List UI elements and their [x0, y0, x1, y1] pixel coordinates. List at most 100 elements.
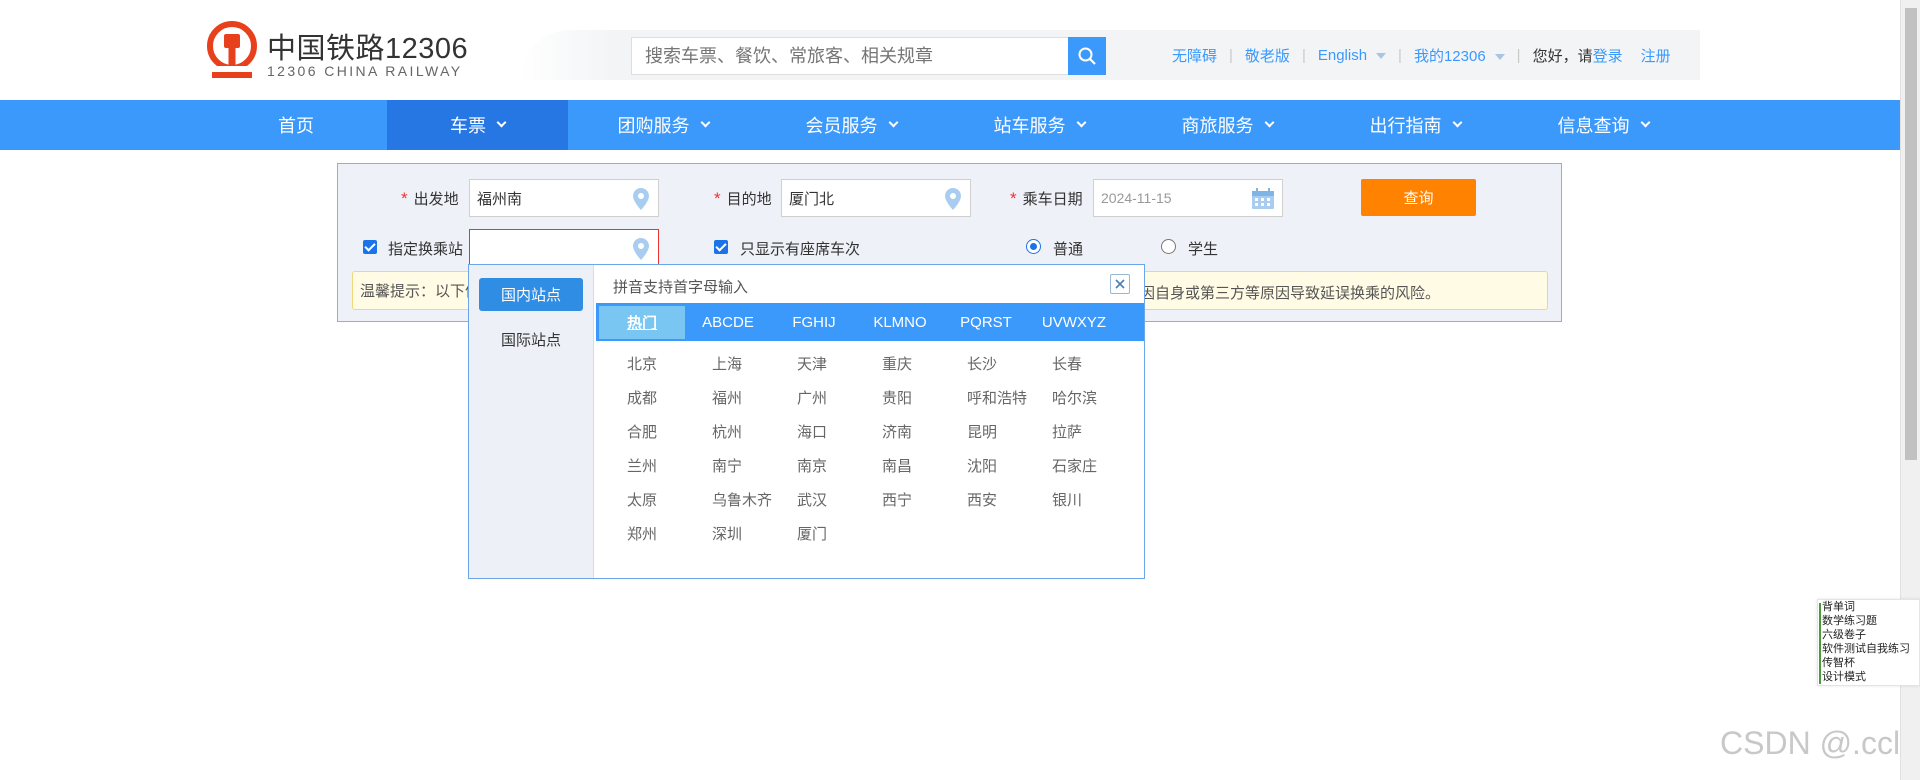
language-label: English — [1317, 46, 1368, 64]
separator: | — [1301, 46, 1306, 64]
tab-hot[interactable]: 热门 — [599, 306, 685, 339]
tab-domestic[interactable]: 国内站点 — [479, 278, 583, 311]
nav-label: 车票 — [450, 116, 486, 136]
nav-item-guide[interactable]: 出行指南 — [1321, 100, 1509, 150]
city-item[interactable]: 南宁 — [712, 455, 742, 476]
menu-item[interactable]: 六级卷子 — [1822, 629, 1866, 642]
city-item[interactable]: 太原 — [627, 489, 657, 510]
tab-uvwxyz[interactable]: UVWXYZ — [1029, 306, 1119, 339]
date-input[interactable]: 2024-11-15 — [1093, 179, 1283, 217]
required-star: * — [714, 189, 721, 208]
student-radio[interactable] — [1161, 239, 1176, 254]
scrollbar-thumb[interactable] — [1905, 8, 1917, 460]
nav-item-tickets[interactable]: 车票 — [387, 100, 568, 150]
city-item[interactable]: 厦门 — [797, 523, 827, 544]
caret-down-icon — [1494, 53, 1505, 60]
city-item[interactable]: 昆明 — [967, 421, 997, 442]
city-item[interactable]: 贵阳 — [882, 387, 912, 408]
menu-item[interactable]: 设计模式 — [1822, 671, 1866, 684]
from-station-input[interactable]: 福州南 — [469, 179, 659, 217]
query-button[interactable]: 查询 — [1361, 179, 1476, 216]
date-label: * 乘车日期 — [1010, 188, 1083, 209]
header: 中国铁路12306 12306 CHINA RAILWAY 无障碍 | 敬老版 … — [0, 0, 1900, 100]
city-item[interactable]: 成都 — [627, 387, 657, 408]
nav-label: 首页 — [278, 116, 314, 136]
menu-item[interactable]: 软件测试自我练习 — [1822, 643, 1910, 656]
register-link[interactable]: 注册 — [1641, 45, 1671, 66]
transfer-checkbox[interactable] — [363, 240, 377, 254]
menu-item[interactable]: 背单词 — [1822, 601, 1855, 614]
city-item[interactable]: 长沙 — [967, 353, 997, 374]
city-item[interactable]: 西宁 — [882, 489, 912, 510]
search-input[interactable] — [631, 37, 1068, 75]
menu-item[interactable]: 数学练习题 — [1822, 615, 1877, 628]
close-button[interactable] — [1110, 274, 1130, 294]
nav-item-member[interactable]: 会员服务 — [757, 100, 945, 150]
city-item[interactable]: 北京 — [627, 353, 657, 374]
nav-label: 商旅服务 — [1181, 116, 1254, 136]
location-pin-icon[interactable] — [944, 187, 962, 211]
transfer-station-input[interactable] — [469, 229, 659, 267]
to-station-input[interactable]: 厦门北 — [781, 179, 971, 217]
seats-only-checkbox[interactable] — [714, 240, 728, 254]
city-item[interactable]: 杭州 — [712, 421, 742, 442]
my12306-label: 我的12306 — [1413, 47, 1486, 65]
from-label: * 出发地 — [401, 188, 459, 209]
city-item[interactable]: 合肥 — [627, 421, 657, 442]
nav-item-station[interactable]: 站车服务 — [945, 100, 1133, 150]
my12306-dropdown[interactable]: 我的12306 — [1414, 45, 1505, 66]
city-item[interactable]: 上海 — [712, 353, 742, 374]
tab-pqrst[interactable]: PQRST — [943, 306, 1029, 339]
city-item[interactable]: 呼和浩特 — [967, 387, 1027, 408]
nav-item-info[interactable]: 信息查询 — [1509, 100, 1697, 150]
city-item[interactable]: 沈阳 — [967, 455, 997, 476]
from-label-text: 出发地 — [413, 191, 459, 208]
city-item[interactable]: 南京 — [797, 455, 827, 476]
from-station-value: 福州南 — [477, 190, 523, 208]
tab-klmno[interactable]: KLMNO — [857, 306, 943, 339]
required-star: * — [401, 189, 408, 208]
tab-abcde[interactable]: ABCDE — [685, 306, 771, 339]
city-item[interactable]: 石家庄 — [1052, 455, 1097, 476]
tab-fghij[interactable]: FGHIJ — [771, 306, 857, 339]
city-item[interactable]: 广州 — [797, 387, 827, 408]
logo[interactable]: 中国铁路12306 12306 CHINA RAILWAY — [205, 18, 468, 84]
city-item[interactable]: 天津 — [797, 353, 827, 374]
city-item[interactable]: 西安 — [967, 489, 997, 510]
elderly-link[interactable]: 敬老版 — [1245, 45, 1290, 66]
tab-international[interactable]: 国际站点 — [479, 323, 583, 356]
date-label-text: 乘车日期 — [1022, 191, 1083, 208]
language-dropdown[interactable]: English — [1317, 46, 1387, 64]
city-item[interactable]: 深圳 — [712, 523, 742, 544]
nav-item-business[interactable]: 商旅服务 — [1133, 100, 1321, 150]
nav-item-group[interactable]: 团购服务 — [569, 100, 757, 150]
location-pin-icon[interactable] — [632, 237, 650, 261]
city-item[interactable]: 拉萨 — [1052, 421, 1082, 442]
city-item[interactable]: 银川 — [1052, 489, 1082, 510]
floating-bookmark-menu: 背单词 数学练习题 六级卷子 软件测试自我练习 传智杯 设计模式 — [1817, 599, 1920, 686]
city-item[interactable]: 郑州 — [627, 523, 657, 544]
menu-item[interactable]: 传智杯 — [1822, 657, 1855, 670]
location-pin-icon[interactable] — [632, 187, 650, 211]
city-item[interactable]: 济南 — [882, 421, 912, 442]
city-item[interactable]: 长春 — [1052, 353, 1082, 374]
city-item[interactable]: 福州 — [712, 387, 742, 408]
railway-logo-icon — [207, 21, 257, 78]
accessible-link[interactable]: 无障碍 — [1172, 45, 1217, 66]
normal-radio[interactable] — [1026, 239, 1041, 254]
city-item[interactable]: 哈尔滨 — [1052, 387, 1097, 408]
menu-accent-bar — [1819, 603, 1821, 684]
city-item[interactable]: 重庆 — [882, 353, 912, 374]
to-label-text: 目的地 — [726, 191, 772, 208]
nav-item-home[interactable]: 首页 — [206, 100, 386, 150]
city-item[interactable]: 乌鲁木齐 — [712, 489, 772, 510]
login-link[interactable]: 登录 — [1593, 45, 1623, 66]
city-item[interactable]: 兰州 — [627, 455, 657, 476]
caret-down-icon — [1376, 52, 1387, 59]
calendar-icon[interactable] — [1251, 188, 1275, 210]
city-item[interactable]: 武汉 — [797, 489, 827, 510]
search-button[interactable] — [1068, 37, 1106, 75]
station-picker: 国内站点 国际站点 拼音支持首字母输入 热门 ABCDE FGHIJ KLMNO… — [468, 264, 1145, 579]
city-item[interactable]: 海口 — [797, 421, 827, 442]
city-item[interactable]: 南昌 — [882, 455, 912, 476]
